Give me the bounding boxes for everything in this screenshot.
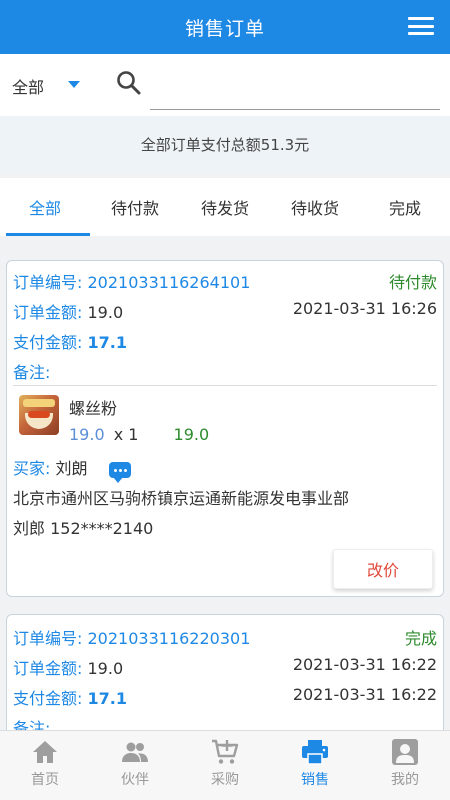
tab-pending-payment[interactable]: 待付款	[90, 178, 180, 236]
nav-sales[interactable]: 销售	[270, 731, 360, 800]
bottom-nav: 首页 伙伴 采购 销售 我的	[0, 730, 450, 800]
paid-date: 2021-03-31 16:22	[292, 685, 437, 704]
order-amount-label: 订单金额:	[13, 303, 83, 322]
remark-label: 备注:	[13, 363, 51, 382]
search-icon[interactable]	[116, 70, 142, 96]
product-quantity: x 1	[113, 425, 139, 444]
product-subtotal: 19.0	[173, 425, 210, 444]
nav-profile[interactable]: 我的	[360, 731, 450, 800]
nav-profile-label: 我的	[391, 772, 419, 788]
order-amount: 19.0	[87, 659, 124, 678]
filter-select[interactable]: 全部	[12, 74, 44, 98]
order-number: 2021033116264101	[87, 273, 251, 292]
app-header: 销售订单	[0, 0, 450, 54]
paid-amount-label: 支付金额:	[13, 333, 83, 352]
tab-completed[interactable]: 完成	[360, 178, 450, 236]
product-image[interactable]	[19, 395, 59, 435]
order-amount-label: 订单金额:	[13, 659, 83, 678]
home-icon	[33, 741, 57, 763]
page-title: 销售订单	[184, 17, 265, 40]
contact-info: 刘郎 152****2140	[13, 519, 154, 538]
change-price-button[interactable]: 改价	[333, 549, 433, 589]
nav-home[interactable]: 首页	[0, 731, 90, 800]
printer-icon	[302, 740, 328, 765]
shipping-address: 北京市通州区马驹桥镇京运通新能源发电事业部	[13, 489, 350, 508]
nav-partners-label: 伙伴	[121, 772, 149, 788]
profile-icon	[392, 739, 418, 765]
buyer-label: 买家:	[13, 459, 51, 478]
divider	[13, 385, 437, 386]
order-number-label: 订单编号:	[13, 629, 83, 648]
buyer-name: 刘朗	[55, 459, 88, 478]
nav-partners[interactable]: 伙伴	[90, 731, 180, 800]
cart-add-icon	[212, 739, 239, 764]
search-input[interactable]	[150, 70, 440, 110]
menu-icon[interactable]	[408, 14, 434, 38]
chevron-down-icon[interactable]	[68, 81, 80, 88]
partners-icon	[122, 742, 148, 762]
order-number: 2021033116220301	[87, 629, 251, 648]
search-bar: 全部	[0, 54, 450, 116]
nav-purchase-label: 采购	[211, 772, 239, 788]
chat-icon[interactable]	[108, 461, 131, 483]
order-date: 2021-03-31 16:22	[292, 655, 437, 674]
order-status-tabs: 全部 待付款 待发货 待收货 完成	[0, 178, 450, 236]
order-status: 待付款	[388, 273, 437, 292]
order-date: 2021-03-31 16:26	[292, 299, 437, 318]
nav-purchase[interactable]: 采购	[180, 731, 270, 800]
tab-all[interactable]: 全部	[0, 178, 90, 236]
tab-pending-receipt[interactable]: 待收货	[270, 178, 360, 236]
paid-amount: 17.1	[87, 689, 127, 708]
product-name: 螺丝粉	[69, 399, 118, 418]
order-card[interactable]: 订单编号: 2021033116264101 待付款 订单金额: 19.0 20…	[6, 260, 444, 597]
order-card[interactable]: 订单编号: 2021033116220301 完成 订单金额: 19.0 202…	[6, 614, 444, 744]
payment-total-text: 全部订单支付总额51.3元	[140, 135, 310, 154]
paid-amount-label: 支付金额:	[13, 689, 83, 708]
order-amount: 19.0	[87, 303, 124, 322]
product-price: 19.0	[69, 425, 105, 444]
tab-pending-shipment[interactable]: 待发货	[180, 178, 270, 236]
nav-sales-label: 销售	[301, 772, 329, 788]
nav-home-label: 首页	[31, 772, 59, 788]
order-number-label: 订单编号:	[13, 273, 83, 292]
payment-total-banner: 全部订单支付总额51.3元	[0, 116, 450, 172]
paid-amount: 17.1	[87, 333, 127, 352]
order-status: 完成	[404, 629, 437, 648]
